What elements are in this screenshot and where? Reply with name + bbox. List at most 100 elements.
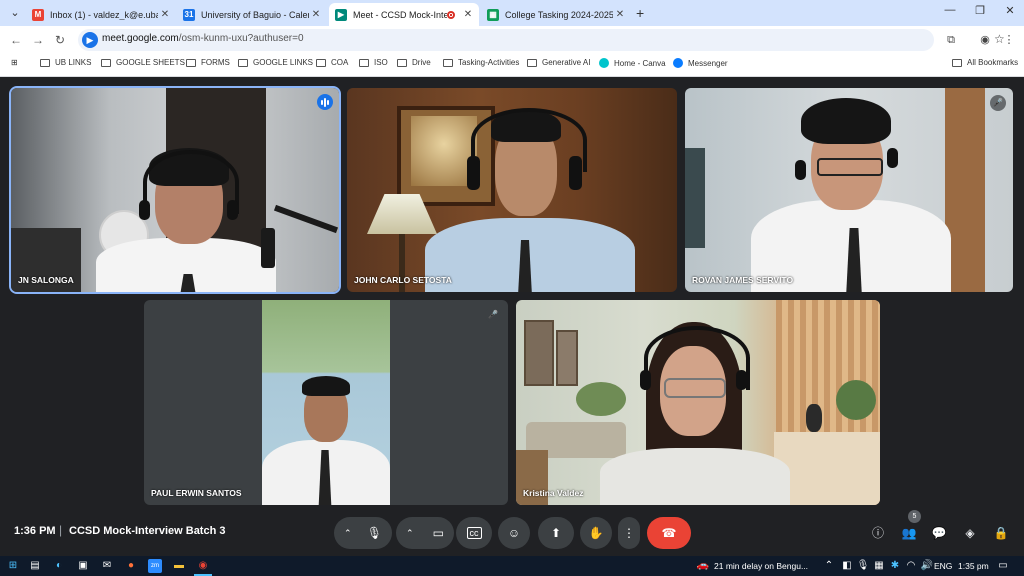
mail-icon[interactable]: ✉	[100, 559, 114, 573]
more-vert-icon: ⋮	[623, 526, 635, 540]
glasses-image	[817, 158, 883, 176]
present-button[interactable]: ⬆	[538, 517, 574, 549]
emoji-button[interactable]: ☺	[498, 517, 530, 549]
headset-band	[644, 326, 750, 390]
close-icon[interactable]: ✕	[613, 9, 627, 20]
apps-icon[interactable]: ⊞	[11, 58, 18, 67]
folder-icon	[443, 58, 453, 67]
bookmark-forms[interactable]: FORMS	[186, 58, 230, 67]
extensions-icon[interactable]: ⧉	[944, 33, 958, 47]
tray-chevron-icon[interactable]: ⌃	[822, 559, 836, 573]
camera-control[interactable]: ⌃ ▭	[396, 517, 454, 549]
close-icon[interactable]: ✕	[461, 9, 475, 20]
folder-icon	[359, 58, 369, 67]
chrome-icon[interactable]: ◉	[196, 559, 210, 573]
bookmark-iso[interactable]: ISO	[359, 58, 388, 67]
tab-calendar[interactable]: 31 University of Baguio - Calendar ✕	[177, 3, 327, 26]
meeting-info-icon[interactable]: ⓘ	[869, 524, 887, 542]
store-icon[interactable]: ▣	[76, 559, 90, 573]
forward-icon[interactable]: →	[30, 32, 46, 48]
bookmark-home-canva[interactable]: Home - Canva	[599, 58, 666, 68]
messenger-icon	[673, 58, 683, 68]
tab-sheets[interactable]: ▦ College Tasking 2024-2025 - Go ✕	[481, 3, 631, 26]
close-icon[interactable]: ✕	[158, 9, 172, 20]
new-tab-icon[interactable]: +	[636, 5, 644, 21]
tab-title: Meet - CCSD Mock-Interview	[353, 9, 447, 20]
bookmark-google-sheets[interactable]: GOOGLE SHEETS	[101, 58, 185, 67]
tab-search-icon[interactable]: ⌄	[6, 4, 24, 22]
mic-arm	[273, 204, 339, 234]
taskbar-clock[interactable]: 1:35 pm	[958, 561, 989, 571]
headset-earcup	[795, 160, 806, 180]
bookmark-generative-ai[interactable]: Generative AI	[527, 58, 590, 67]
chevron-up-icon[interactable]: ⌃	[406, 528, 414, 539]
back-icon[interactable]: ←	[8, 32, 24, 48]
zoom-icon[interactable]: zm	[148, 559, 162, 573]
headset-earcup	[139, 200, 150, 220]
participant-name: JN SALONGA	[18, 275, 74, 285]
bookmark-label: GOOGLE SHEETS	[116, 58, 185, 67]
microphone-control[interactable]: ⌃ 🎙	[334, 517, 392, 549]
chevron-up-icon[interactable]: ⌃	[344, 528, 352, 539]
windows-start-icon[interactable]: ⊞	[6, 559, 20, 573]
close-icon[interactable]: ✕	[309, 9, 323, 20]
bookmark-label: FORMS	[201, 58, 230, 67]
meet-icon: ▶	[335, 8, 347, 21]
bookmark-ub-links[interactable]: UB LINKS	[40, 58, 91, 67]
tray-app-icon[interactable]: ▦	[872, 559, 886, 573]
raise-hand-button[interactable]: ✋	[580, 517, 612, 549]
bluetooth-icon[interactable]: ✱	[888, 559, 902, 573]
tray-app-icon[interactable]: ◧	[840, 559, 854, 573]
folder-icon	[40, 58, 50, 67]
restore-icon[interactable]: ❐	[970, 4, 990, 17]
captions-icon: cc	[466, 527, 482, 539]
hand-icon: ✋	[588, 526, 604, 540]
file-explorer-icon[interactable]: ▬	[172, 559, 186, 573]
participant-tile-3[interactable]: 🎤 ROVAN JAMES SERVITO	[685, 88, 1013, 292]
speaking-indicator-icon	[317, 94, 333, 110]
language-indicator[interactable]: ENG	[934, 561, 952, 571]
activities-icon[interactable]: ◈	[961, 524, 979, 542]
tray-mic-icon[interactable]: 🎙	[856, 559, 870, 573]
participant-tile-1[interactable]: JN SALONGA	[11, 88, 339, 292]
bookmark-google-links[interactable]: GOOGLE LINKS	[238, 58, 313, 67]
url-host: meet.google.com	[102, 33, 179, 44]
tab-gmail[interactable]: M Inbox (1) - valdez_k@e.ubaguio ✕	[26, 3, 176, 26]
all-bookmarks[interactable]: All Bookmarks	[952, 58, 1018, 67]
address-bar[interactable]: ▶ meet.google.com/osm-kunm-uxu?authuser=…	[78, 29, 1005, 51]
profile-icon[interactable]: ◉	[978, 33, 992, 47]
wifi-icon[interactable]: ◠	[904, 559, 918, 573]
headset-earcup	[227, 200, 238, 220]
microphone-icon[interactable]: 🎙	[367, 526, 382, 540]
window-close-icon[interactable]: ✕	[1000, 4, 1020, 17]
leave-call-button[interactable]: ☎	[647, 517, 691, 549]
participant-tile-4[interactable]: 🎤 PAUL ERWIN SANTOS	[144, 300, 508, 505]
bookmark-messenger[interactable]: Messenger	[673, 58, 728, 68]
notifications-icon[interactable]: ▭	[996, 559, 1010, 573]
volume-icon[interactable]: 🔊	[920, 559, 934, 573]
task-view-icon[interactable]: ▤	[28, 559, 42, 573]
participant-name: PAUL ERWIN SANTOS	[151, 488, 242, 498]
chat-icon[interactable]: 💬	[930, 524, 948, 542]
participant-tile-2[interactable]: JOHN CARLO SETOSTA	[347, 88, 677, 292]
participant-tile-5[interactable]: Kristina Valdez	[516, 300, 880, 505]
traffic-notification[interactable]: 21 min delay on Bengu...	[714, 561, 808, 571]
edge-icon[interactable]: ◐	[52, 559, 66, 573]
camera-icon[interactable]: ▭	[433, 526, 444, 540]
headset-earcup	[887, 148, 898, 168]
tab-meet[interactable]: ▶ Meet - CCSD Mock-Interview ✕	[329, 3, 479, 26]
meeting-time: 1:36 PM	[14, 525, 56, 537]
tab-title: University of Baguio - Calendar	[201, 9, 309, 20]
captions-button[interactable]: cc	[456, 517, 492, 549]
bookmark-coa[interactable]: COA	[316, 58, 348, 67]
site-info-icon[interactable]: ▶	[82, 32, 98, 48]
reload-icon[interactable]: ↻	[52, 32, 68, 48]
minimize-icon[interactable]: —	[940, 4, 960, 16]
more-options-button[interactable]: ⋮	[618, 517, 640, 549]
bookmark-drive[interactable]: Drive	[397, 58, 431, 67]
more-menu-icon[interactable]: ⋮	[1002, 33, 1016, 47]
firefox-icon[interactable]: ●	[124, 559, 138, 573]
host-controls-icon[interactable]: 🔒	[992, 524, 1010, 542]
people-icon[interactable]: 👥	[900, 524, 918, 542]
bookmark-tasking-activities[interactable]: Tasking-Activities	[443, 58, 519, 67]
